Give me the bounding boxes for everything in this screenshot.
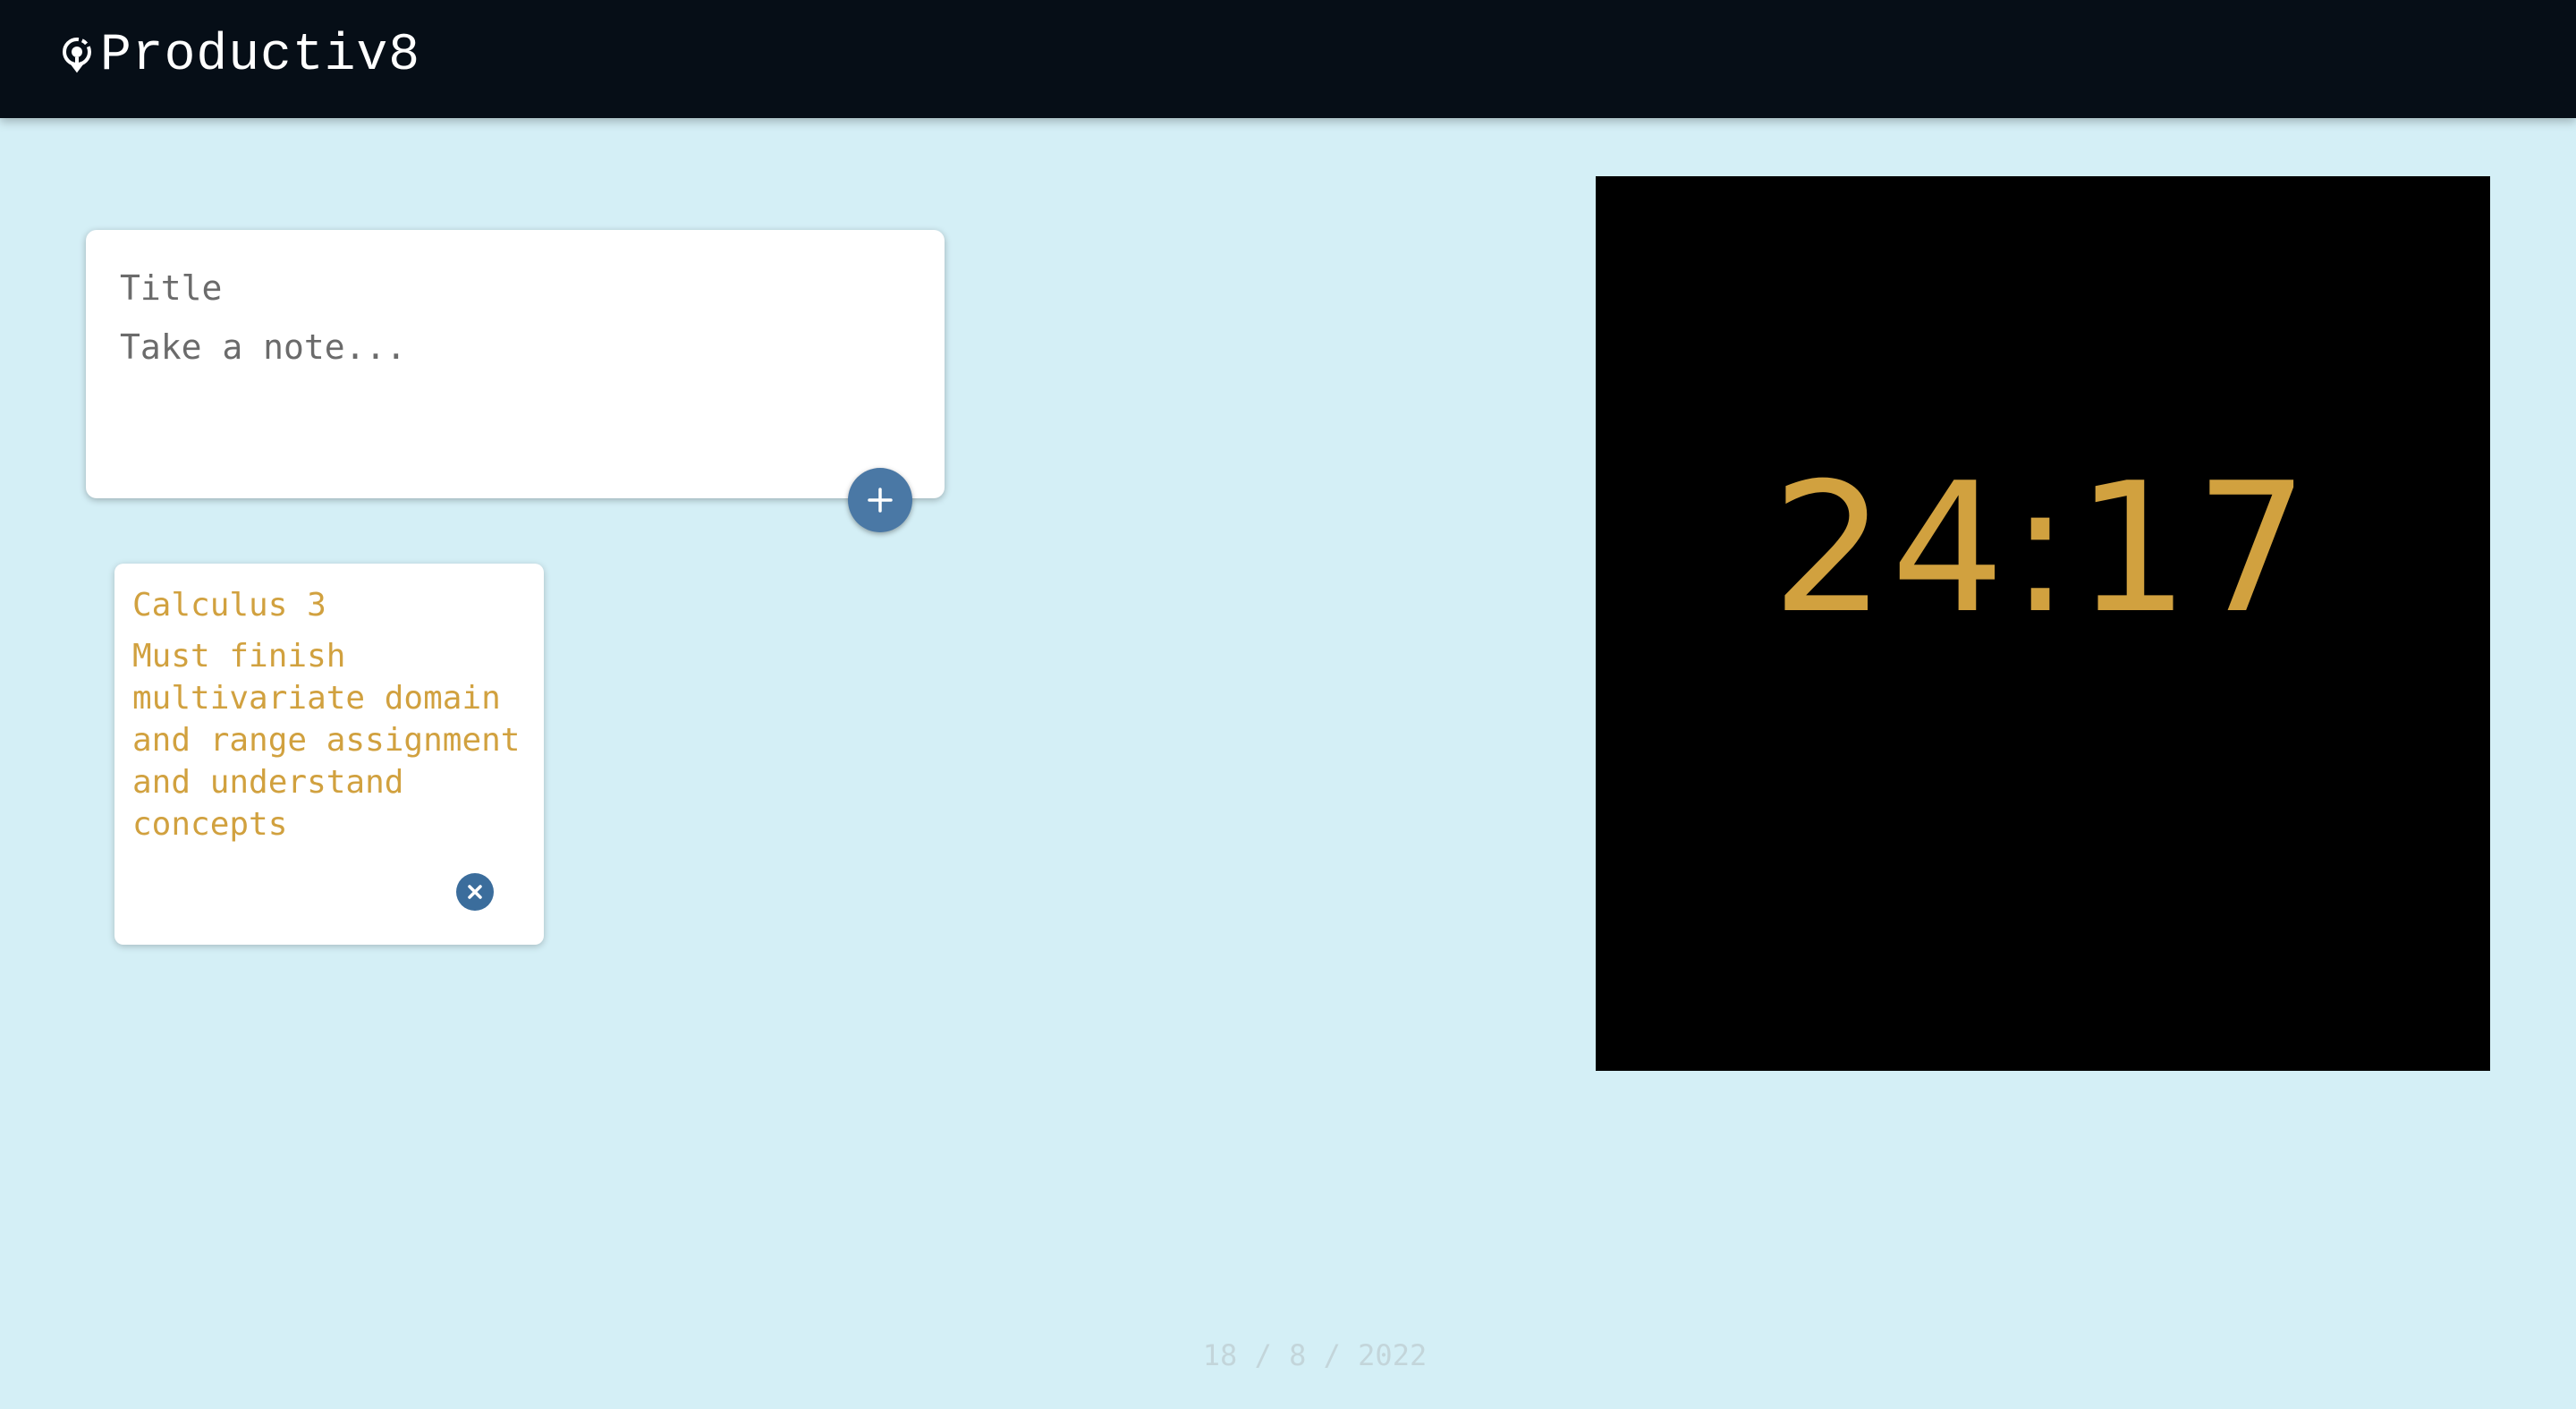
note-card: Calculus 3 Must finish multivariate doma… [114,564,544,945]
note-content: Must finish multivariate domain and rang… [132,638,521,843]
note-content-input[interactable] [120,325,889,468]
timer-minutes: 24 [1771,445,2011,653]
delete-note-button[interactable] [456,873,494,911]
note-composer [86,230,945,498]
note-title-input[interactable] [120,266,889,310]
add-note-button[interactable] [848,468,912,532]
current-date: 18 / 8 / 2022 [1202,1338,1428,1372]
refresh-cycle-icon [59,34,95,73]
timer-display: 24:17 [1596,445,2490,653]
close-circle-icon [468,885,482,899]
timer-separator: : [2010,445,2076,653]
app-title[interactable]: Productiv8 [100,25,420,88]
note-title: Calculus 3 [132,587,326,624]
pomodoro-timer[interactable]: 24:17 [1596,176,2490,1071]
plus-icon [868,488,893,513]
timer-seconds: 17 [2075,445,2315,653]
top-navbar: Productiv8 [0,0,2576,118]
